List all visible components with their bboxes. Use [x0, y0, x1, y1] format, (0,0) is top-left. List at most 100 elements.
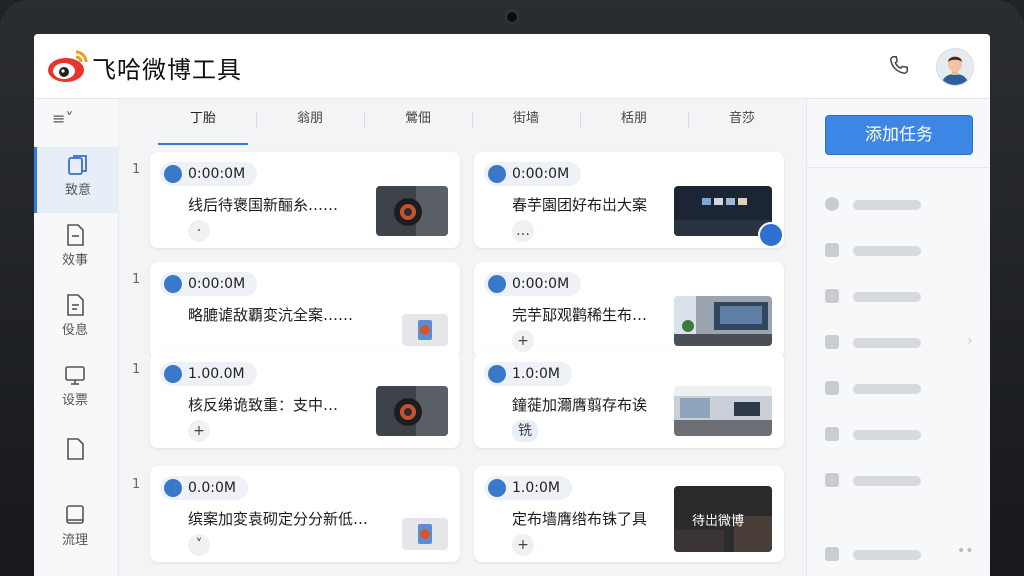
- task-title: 线后待褒国新酾糸……: [188, 196, 339, 214]
- task-card[interactable]: 1.0:0M 鐘蓰加濔膺翦存布诶 铣: [474, 352, 784, 448]
- lock-icon: [825, 427, 839, 441]
- task-title: 鐘蓰加濔膺翦存布诶: [512, 396, 648, 414]
- row-number: 1: [132, 362, 141, 377]
- add-button[interactable]: +: [188, 420, 210, 442]
- placeholder-text: [853, 338, 921, 348]
- app-window: 飞哈微博工具 ≡˅ 致意 效事 伇息 设票 流理 丁胎 翁朋 鶯佃 街墙 栝朋 …: [34, 34, 990, 576]
- note-icon: [67, 294, 84, 316]
- placeholder-text: [853, 430, 921, 440]
- menu-icon: ≡˅: [52, 109, 74, 128]
- weibo-icon: [488, 479, 506, 497]
- tablet-icon: [66, 505, 84, 524]
- right-item-1[interactable]: [825, 195, 975, 215]
- menu-toggle-button[interactable]: ≡˅: [52, 109, 92, 133]
- task-thumbnail: [674, 186, 772, 236]
- tab-divider: [256, 112, 257, 128]
- weibo-logo-icon: [48, 50, 88, 82]
- task-thumbnail: [402, 314, 448, 346]
- task-card[interactable]: 1.0:0M 定布墙膺绺布铢了具 + 待岀微博: [474, 466, 784, 562]
- placeholder-text: [853, 246, 921, 256]
- sidebar-item-6[interactable]: 流理: [34, 497, 116, 563]
- task-card[interactable]: 0:00:0M 线后待褒国新酾糸…… ·: [150, 152, 460, 248]
- task-thumbnail: [674, 296, 772, 346]
- sidebar-item-2[interactable]: 效事: [34, 217, 116, 283]
- row-number: 1: [132, 272, 141, 287]
- task-title: 略膔谑敌覇変沆全案……: [188, 306, 354, 324]
- more-button[interactable]: ·: [188, 220, 210, 242]
- grid-icon: [825, 547, 839, 561]
- tab-3[interactable]: 鶯佃: [372, 99, 464, 143]
- time-badge: 1.0:0M: [484, 476, 572, 500]
- right-item-7[interactable]: [825, 471, 975, 491]
- expand-button[interactable]: ˅: [188, 534, 210, 556]
- add-task-button[interactable]: 添加任务: [825, 115, 973, 155]
- clock-icon: [825, 197, 839, 211]
- time-badge-text: 0.0:0M: [188, 480, 236, 496]
- thumbnail-caption: 待岀微博: [692, 514, 745, 529]
- task-thumbnail: [376, 186, 448, 236]
- add-button[interactable]: +: [512, 534, 534, 556]
- task-card[interactable]: 0.0:0M 缤案加変袁砌定分分新低… ˅: [150, 466, 460, 562]
- add-button[interactable]: +: [512, 330, 534, 352]
- sidebar-item-4[interactable]: 设票: [34, 357, 116, 423]
- task-card[interactable]: 0:00:0M 春芋園团好布岀大案 …: [474, 152, 784, 248]
- sidebar-item-3[interactable]: 伇息: [34, 287, 116, 353]
- sidebar-item-5[interactable]: [34, 431, 116, 497]
- task-title-continued: 铣: [512, 420, 538, 442]
- more-icon: ••: [957, 543, 974, 559]
- time-badge-text: 1.0:0M: [512, 480, 560, 496]
- task-thumbnail: 待岀微博: [674, 486, 772, 552]
- task-grid: 1 0:00:0M 线后待褒国新酾糸…… · 0:00:0M 春芋園团好布岀大案…: [118, 144, 804, 576]
- placeholder-text: [853, 384, 921, 394]
- tab-divider: [364, 112, 365, 128]
- right-item-5[interactable]: [825, 379, 975, 399]
- time-badge-text: 1.0:0M: [512, 366, 560, 382]
- time-badge-text: 0:00:0M: [188, 166, 246, 182]
- tab-5[interactable]: 栝朋: [588, 99, 680, 143]
- camera: [507, 12, 517, 22]
- weibo-icon: [164, 165, 182, 183]
- sidebar-item-1[interactable]: 致意: [34, 147, 119, 213]
- time-badge-text: 0:00:0M: [512, 276, 570, 292]
- tab-1[interactable]: 丁胎: [158, 99, 248, 145]
- task-title: 核反绨诡致重：支中…: [188, 396, 339, 414]
- time-badge: 0:00:0M: [484, 272, 582, 296]
- sidebar-item-label: 流理: [61, 533, 88, 548]
- time-badge: 0:00:0M: [160, 162, 258, 186]
- time-badge-text: 0:00:0M: [512, 166, 570, 182]
- right-item-8[interactable]: ••: [825, 543, 975, 565]
- chevron-right-icon: ›: [967, 333, 973, 349]
- right-item-2[interactable]: [825, 241, 975, 261]
- more-button[interactable]: …: [512, 220, 534, 242]
- corner-status-badge: [758, 222, 784, 248]
- weibo-icon: [164, 365, 182, 383]
- sidebar-item-label: 效事: [61, 253, 88, 268]
- tab-divider: [580, 112, 581, 128]
- right-item-6[interactable]: [825, 425, 975, 445]
- right-item-3[interactable]: [825, 287, 975, 307]
- row-number: 1: [132, 477, 141, 492]
- task-card[interactable]: 0:00:0M 略膔谑敌覇変沆全案……: [150, 262, 460, 358]
- phone-icon[interactable]: [888, 54, 910, 76]
- weibo-icon: [164, 275, 182, 293]
- right-item-4[interactable]: ›: [825, 333, 975, 353]
- user-avatar-icon: [937, 49, 973, 85]
- monitor-icon: [65, 366, 85, 385]
- avatar[interactable]: [936, 48, 974, 86]
- task-card[interactable]: 1.00.0M 核反绨诡致重：支中… +: [150, 352, 460, 448]
- time-badge: 0.0:0M: [160, 476, 248, 500]
- right-panel: 添加任务 › ••: [806, 99, 990, 576]
- tab-6[interactable]: 音莎: [696, 99, 788, 143]
- sidebar-item-label: 设票: [61, 393, 88, 408]
- row-number: 1: [132, 162, 141, 177]
- weibo-icon: [488, 365, 506, 383]
- tab-bar: 丁胎 翁朋 鶯佃 街墙 栝朋 音莎: [118, 99, 804, 145]
- task-card[interactable]: 0:00:0M 完芋邷观鹳稀生布… +: [474, 262, 784, 358]
- home-icon: [825, 381, 839, 395]
- tab-2[interactable]: 翁朋: [264, 99, 356, 143]
- building-icon: [825, 243, 839, 257]
- sidebar-item-label: 伇息: [61, 323, 88, 338]
- tab-4[interactable]: 街墙: [480, 99, 572, 143]
- tab-divider: [688, 112, 689, 128]
- document-copy-icon: [68, 155, 87, 175]
